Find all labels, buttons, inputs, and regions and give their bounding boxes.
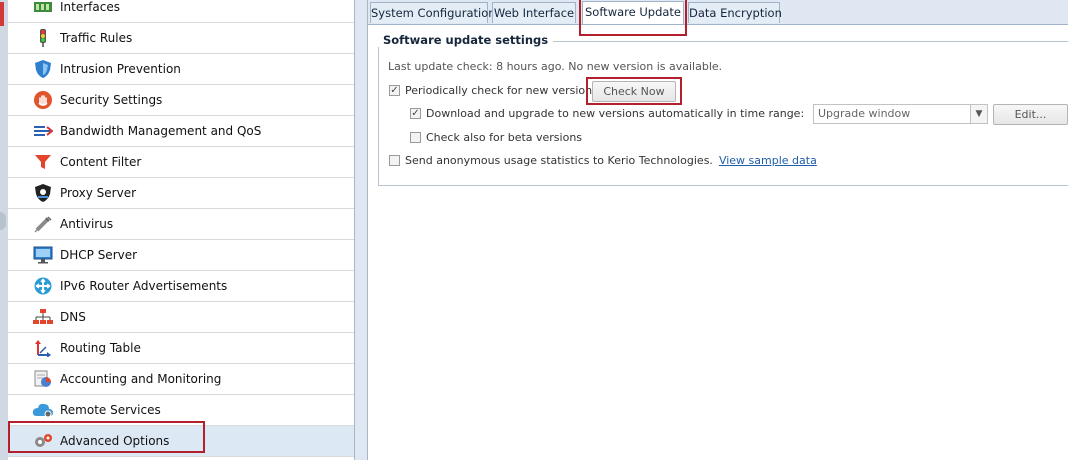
beta-row[interactable]: Check also for beta versions [410,131,582,144]
edit-button[interactable]: Edit... [993,104,1068,125]
sidebar-item-dhcp-server[interactable]: DHCP Server [8,240,354,271]
hand-icon [32,90,54,110]
tab-web-interface[interactable]: Web Interface [492,2,576,23]
left-edge-strip [0,0,8,460]
sidebar-item-label: Content Filter [60,155,142,169]
stats-row[interactable]: Send anonymous usage statistics to Kerio… [389,154,817,167]
sidebar-item-routing-table[interactable]: Routing Table [8,333,354,364]
syringe-icon [32,214,54,234]
highlight-advanced-options [8,421,205,453]
download-row[interactable]: ✓ Download and upgrade to new versions a… [410,107,804,120]
sidebar-item-label: Bandwidth Management and QoS [60,124,262,138]
sidebar-item-security-settings[interactable]: Security Settings [8,85,354,116]
stats-checkbox[interactable] [389,155,400,166]
tab-bar: System Configuration Web Interface Softw… [368,0,1068,25]
sidebar: Interfaces Traffic Rules Intrusion Preve… [8,0,355,460]
sidebar-item-accounting[interactable]: Accounting and Monitoring [8,364,354,395]
collapse-handle[interactable] [0,212,6,230]
sidebar-item-antivirus[interactable]: Antivirus [8,209,354,240]
sidebar-item-label: Security Settings [60,93,163,107]
traffic-light-icon [32,28,54,48]
chart-doc-icon [32,369,54,389]
stats-label: Send anonymous usage statistics to Kerio… [405,154,713,167]
sidebar-item-dns[interactable]: DNS [8,302,354,333]
sidebar-item-label: IPv6 Router Advertisements [60,279,228,293]
routing-arrows-icon [32,338,54,358]
interfaces-icon [32,0,54,17]
cloud-gear-icon [32,400,54,420]
view-sample-data-link[interactable]: View sample data [719,154,817,167]
time-range-value: Upgrade window [818,107,911,120]
tab-system-configuration[interactable]: System Configuration [370,2,496,23]
sidebar-item-label: Intrusion Prevention [60,62,181,76]
periodic-check-row[interactable]: ✓ Periodically check for new versions [389,84,598,97]
shield-icon [32,59,54,79]
sidebar-item-intrusion-prevention[interactable]: Intrusion Prevention [8,54,354,85]
sidebar-item-ipv6-router[interactable]: IPv6 Router Advertisements [8,271,354,302]
tab-data-encryption[interactable]: Data Encryption [688,2,782,23]
sidebar-item-label: Remote Services [60,403,161,417]
edge-marker [0,2,4,26]
beta-label: Check also for beta versions [426,131,583,144]
sidebar-item-label: Antivirus [60,217,114,231]
proxy-shield-icon [32,183,54,203]
sidebar-item-content-filter[interactable]: Content Filter [8,147,354,178]
funnel-icon [32,152,54,172]
splitter[interactable] [355,0,367,460]
sidebar-item-label: DHCP Server [60,248,138,262]
sidebar-item-label: Traffic Rules [60,31,133,45]
highlight-check-now [586,77,682,105]
highlight-software-update-tab [579,0,687,36]
periodic-checkbox[interactable]: ✓ [389,85,400,96]
sidebar-item-label: Proxy Server [60,186,137,200]
ipv6-icon [32,276,54,296]
chevron-down-icon[interactable]: ▼ [970,105,987,123]
time-range-select[interactable]: Upgrade window ▼ [813,104,988,124]
last-check-text: Last update check: 8 hours ago. No new v… [388,60,723,73]
periodic-label: Periodically check for new versions [405,84,598,97]
sidebar-item-label: Interfaces [60,0,120,14]
sidebar-item-label: DNS [60,310,86,324]
beta-checkbox[interactable] [410,132,421,143]
sidebar-item-proxy-server[interactable]: Proxy Server [8,178,354,209]
sidebar-item-interfaces[interactable]: Interfaces [8,0,354,23]
download-label: Download and upgrade to new versions aut… [426,107,805,120]
sidebar-item-bandwidth[interactable]: Bandwidth Management and QoS [8,116,354,147]
monitor-icon [32,245,54,265]
sidebar-item-label: Accounting and Monitoring [60,372,222,386]
group-legend: Software update settings [378,33,554,47]
bandwidth-icon [32,121,54,141]
sidebar-item-label: Routing Table [60,341,141,355]
sidebar-item-traffic-rules[interactable]: Traffic Rules [8,23,354,54]
download-checkbox[interactable]: ✓ [410,108,421,119]
network-tree-icon [32,307,54,327]
